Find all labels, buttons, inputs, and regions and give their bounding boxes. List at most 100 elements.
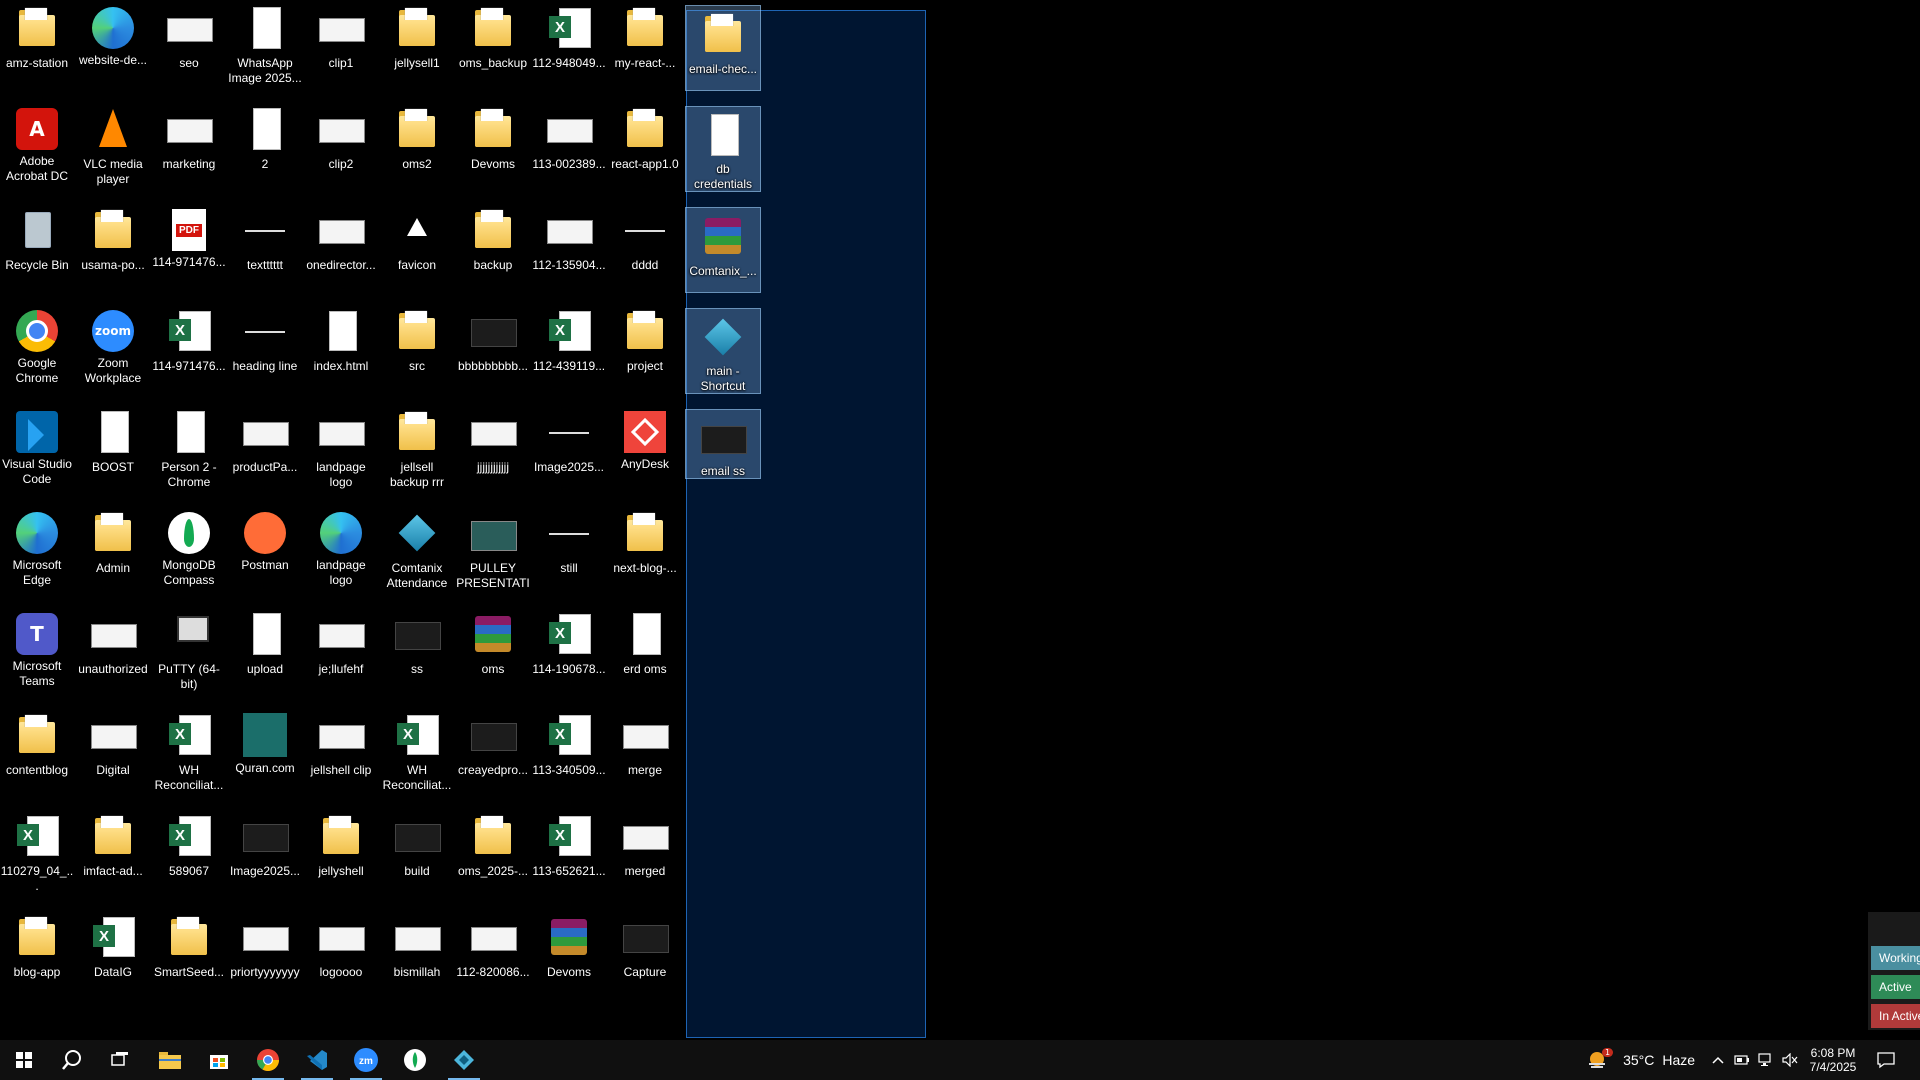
desktop-icon[interactable]: 112-135904... [532, 202, 606, 298]
desktop-icon[interactable]: project [608, 303, 682, 399]
weather-widget[interactable]: 1 35°C Haze [1586, 1040, 1695, 1080]
desktop-icon[interactable]: X 110279_04_... [0, 808, 74, 904]
desktop-icon[interactable]: imfact-ad... [76, 808, 150, 904]
desktop-icon[interactable]: Visual Studio Code [0, 404, 74, 500]
desktop-icon[interactable]: merge [608, 707, 682, 803]
desktop-icon[interactable]: build [380, 808, 454, 904]
desktop-icon[interactable]: usama-po... [76, 202, 150, 298]
comtanix-taskbar-button[interactable] [440, 1040, 488, 1080]
desktop-icon[interactable]: zoom Zoom Workplace [76, 303, 150, 399]
show-hidden-icons-button[interactable] [1706, 1040, 1730, 1080]
desktop-icon[interactable]: Quran.com [228, 707, 302, 803]
desktop-icon[interactable]: heading line [228, 303, 302, 399]
desktop-icon[interactable]: Admin [76, 505, 150, 601]
desktop-icon[interactable]: X 112-948049... [532, 0, 606, 96]
desktop-icon[interactable]: react-app1.0 [608, 101, 682, 197]
desktop-icon[interactable]: oms_2025-... [456, 808, 530, 904]
chrome-taskbar-button[interactable] [244, 1040, 292, 1080]
desktop-icon[interactable]: contentblog [0, 707, 74, 803]
desktop-icon-selected[interactable]: db credentials [685, 106, 761, 192]
battery-button[interactable] [1730, 1040, 1754, 1080]
desktop-icon[interactable]: Person 2 - Chrome [152, 404, 226, 500]
desktop-icon-selected[interactable]: email ss [685, 409, 761, 479]
desktop-icon[interactable]: X 112-439119... [532, 303, 606, 399]
desktop-icon[interactable]: Microsoft Edge [0, 505, 74, 601]
vscode-taskbar-button[interactable] [293, 1040, 341, 1080]
desktop-icon[interactable]: Google Chrome [0, 303, 74, 399]
desktop-icon[interactable]: landpage logo [304, 404, 378, 500]
desktop-icon[interactable]: amz-station [0, 0, 74, 96]
desktop-icon[interactable]: seo [152, 0, 226, 96]
desktop-icon[interactable]: src [380, 303, 454, 399]
desktop[interactable]: amz-station website-de... seo WhatsApp Imag… [0, 0, 1920, 1040]
microsoft-store-button[interactable] [195, 1040, 243, 1080]
desktop-icon[interactable]: landpage logo [304, 505, 378, 601]
desktop-icon[interactable]: upload [228, 606, 302, 702]
desktop-icon[interactable]: backup [456, 202, 530, 298]
desktop-icon[interactable]: Digital [76, 707, 150, 803]
working-button[interactable]: Working [1871, 946, 1920, 970]
desktop-icon[interactable]: unauthorized [76, 606, 150, 702]
desktop-icon[interactable]: favicon [380, 202, 454, 298]
desktop-icon[interactable]: WhatsApp Image 2025... [228, 0, 302, 96]
desktop-icon[interactable]: X 589067 [152, 808, 226, 904]
desktop-icon[interactable]: VLC media player [76, 101, 150, 197]
desktop-icon[interactable]: creayedpro... [456, 707, 530, 803]
desktop-icon[interactable]: textttttt [228, 202, 302, 298]
desktop-icon[interactable]: T Microsoft Teams [0, 606, 74, 702]
desktop-icon[interactable]: jellshell clip [304, 707, 378, 803]
desktop-icon[interactable]: AnyDesk [608, 404, 682, 500]
desktop-icon[interactable]: X DataIG [76, 909, 150, 1005]
desktop-icon[interactable]: Image2025... [228, 808, 302, 904]
desktop-icon[interactable]: clip2 [304, 101, 378, 197]
task-view-button[interactable] [96, 1040, 144, 1080]
desktop-icon[interactable]: index.html [304, 303, 378, 399]
clock[interactable]: 6:08 PM 7/4/2025 [1800, 1040, 1866, 1080]
desktop-icon[interactable]: bismillah [380, 909, 454, 1005]
desktop-icon[interactable]: oms2 [380, 101, 454, 197]
desktop-icon[interactable]: oms_backup [456, 0, 530, 96]
desktop-icon[interactable]: jjjjjjjjjjjj [456, 404, 530, 500]
desktop-icon[interactable]: PULLEY PRESENTATI... [456, 505, 530, 601]
desktop-icon[interactable]: Postman [228, 505, 302, 601]
file-explorer-button[interactable] [146, 1040, 194, 1080]
network-button[interactable] [1754, 1040, 1778, 1080]
desktop-icon[interactable]: dddd [608, 202, 682, 298]
desktop-icon[interactable]: BOOST [76, 404, 150, 500]
desktop-icon[interactable]: clip1 [304, 0, 378, 96]
desktop-icon[interactable]: X WH Reconciliat... [152, 707, 226, 803]
desktop-icon[interactable]: MongoDB Compass [152, 505, 226, 601]
desktop-icon[interactable]: A Adobe Acrobat DC [0, 101, 74, 197]
desktop-icon[interactable]: Comtanix Attendance [380, 505, 454, 601]
desktop-icon[interactable]: jellysell1 [380, 0, 454, 96]
desktop-icon[interactable]: Capture [608, 909, 682, 1005]
desktop-icon-selected[interactable]: Comtanix_... [685, 207, 761, 293]
desktop-icon[interactable]: productPa... [228, 404, 302, 500]
desktop-icon[interactable]: 2 [228, 101, 302, 197]
search-button[interactable] [48, 1040, 96, 1080]
notification-center-button[interactable] [1862, 1040, 1910, 1080]
desktop-icon[interactable]: logoooo [304, 909, 378, 1005]
desktop-icon-selected[interactable]: email-chec... [685, 5, 761, 91]
desktop-icon[interactable]: Image2025... [532, 404, 606, 500]
desktop-icon[interactable]: bbbbbbbbb... [456, 303, 530, 399]
desktop-icon[interactable]: X 113-652621... [532, 808, 606, 904]
desktop-icon-selected[interactable]: main - Shortcut [685, 308, 761, 394]
desktop-icon[interactable]: marketing [152, 101, 226, 197]
desktop-icon[interactable]: Devoms [532, 909, 606, 1005]
desktop-icon[interactable]: jellsell backup rrr [380, 404, 454, 500]
inactive-button[interactable]: In Active [1871, 1004, 1920, 1028]
desktop-icon[interactable]: onedirector... [304, 202, 378, 298]
desktop-icon[interactable]: ss [380, 606, 454, 702]
desktop-icon[interactable]: priortyyyyyyy [228, 909, 302, 1005]
desktop-icon[interactable]: Recycle Bin [0, 202, 74, 298]
desktop-icon[interactable]: X WH Reconciliat... [380, 707, 454, 803]
desktop-icon[interactable]: PDF 114-971476... [152, 202, 226, 298]
desktop-icon[interactable]: 112-820086... [456, 909, 530, 1005]
desktop-icon[interactable]: merged [608, 808, 682, 904]
desktop-icon[interactable]: X 114-190678... [532, 606, 606, 702]
desktop-icon[interactable]: oms [456, 606, 530, 702]
desktop-icon[interactable]: next-blog-... [608, 505, 682, 601]
start-button[interactable] [0, 1040, 48, 1080]
desktop-icon[interactable]: erd oms [608, 606, 682, 702]
